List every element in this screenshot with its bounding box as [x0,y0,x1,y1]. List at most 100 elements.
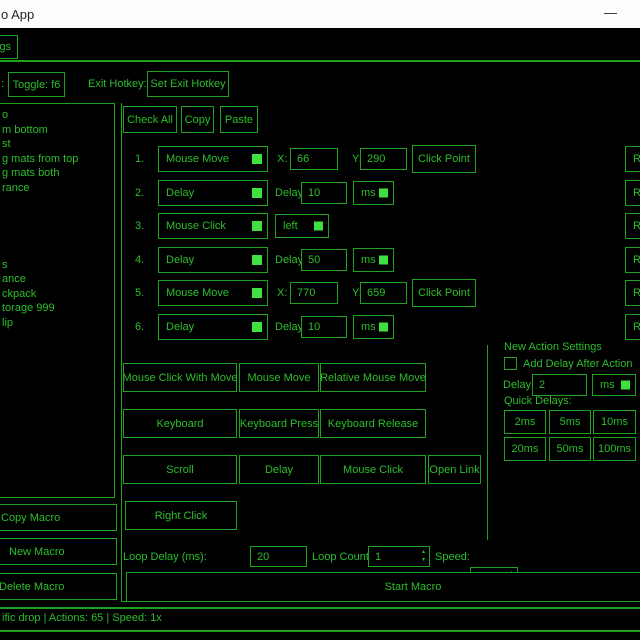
remove-action-button[interactable]: R [625,213,640,239]
action-type-dropdown[interactable]: Delay [158,247,268,273]
delay-unit-value: ms [361,187,376,199]
menu-item-settings[interactable]: gs [0,35,18,59]
quick-delay-2ms-button[interactable]: 2ms [504,410,546,434]
remove-action-button[interactable]: R [625,180,640,206]
macro-list-item[interactable]: rance [2,182,30,194]
delete-macro-button[interactable]: Delete Macro [0,573,117,600]
set-exit-hotkey-button[interactable]: Set Exit Hotkey [147,71,229,97]
macro-list-item[interactable]: ance [2,273,26,285]
macro-list-item[interactable]: m bottom [2,124,48,136]
x-label: X: [277,153,287,165]
quick-delay-20ms-button[interactable]: 20ms [504,437,546,461]
x-input[interactable]: 770 [290,282,338,304]
quick-delay-100ms-button[interactable]: 100ms [593,437,636,461]
dropdown-indicator-icon [379,323,388,332]
loop-count-value: 1 [375,551,381,563]
add-delay-after-action-checkbox[interactable] [504,357,517,370]
settings-delay-unit-value: ms [600,379,615,391]
macro-list[interactable]: o m bottom st g mats from top g mats bot… [0,103,115,498]
speed-label: Speed: [435,551,470,563]
quick-delays-label: Quick Delays: [504,395,572,407]
dropdown-indicator-icon [252,221,262,231]
spinner-up-icon[interactable]: ▴ [422,548,425,556]
action-type-value: Delay [166,254,194,266]
settings-delay-unit-dropdown[interactable]: ms [592,374,636,396]
add-keyboard-release-button[interactable]: Keyboard Release [320,409,426,438]
remove-action-button[interactable]: R [625,146,640,172]
action-row-number: 3. [135,220,144,232]
macro-list-item[interactable]: ckpack [2,288,36,300]
delay-unit-dropdown[interactable]: ms [353,315,394,339]
paste-button[interactable]: Paste [220,106,258,133]
remove-action-button[interactable]: R [625,314,640,340]
add-mouse-move-button[interactable]: Mouse Move [239,363,319,392]
check-all-button[interactable]: Check All [123,106,177,133]
spinner-down-icon[interactable]: ▾ [422,556,425,564]
settings-delay-input[interactable]: 2 [532,374,587,396]
add-mouse-click-button[interactable]: Mouse Click [320,455,426,484]
y-input[interactable]: 290 [360,148,407,170]
delay-input[interactable]: 50 [301,249,347,271]
dropdown-indicator-icon [621,381,630,390]
action-type-dropdown[interactable]: Mouse Click [158,213,268,239]
add-keyboard-button[interactable]: Keyboard [123,409,237,438]
action-row-number: 4. [135,254,144,266]
app-window: o App — gs : Toggle: f6 Exit Hotkey: Set… [0,0,640,640]
dropdown-indicator-icon [252,154,262,164]
remove-action-button[interactable]: R [625,280,640,306]
exit-hotkey-label: Exit Hotkey: [88,78,147,90]
mouse-button-dropdown[interactable]: left [275,214,329,238]
action-type-dropdown[interactable]: Delay [158,314,268,340]
dropdown-indicator-icon [314,222,323,231]
toggle-hotkey-button[interactable]: Toggle: f6 [8,72,65,97]
quick-delay-5ms-button[interactable]: 5ms [549,410,591,434]
delay-label: Delay: [275,187,302,199]
loop-delay-input[interactable]: 20 [250,546,307,567]
mouse-button-value: left [283,220,298,232]
quick-delay-50ms-button[interactable]: 50ms [549,437,591,461]
new-macro-button[interactable]: New Macro [0,538,117,565]
start-macro-button[interactable]: Start Macro [126,572,640,602]
delay-unit-dropdown[interactable]: ms [353,248,394,272]
quick-delay-10ms-button[interactable]: 10ms [593,410,636,434]
menubar-divider [0,60,640,62]
action-row-number: 2. [135,187,144,199]
click-point-button[interactable]: Click Point [412,145,476,173]
add-mouse-click-with-move-button[interactable]: Mouse Click With Move [123,363,237,392]
click-point-button[interactable]: Click Point [412,279,476,307]
action-type-dropdown[interactable]: Mouse Move [158,146,268,172]
x-input[interactable]: 66 [290,148,338,170]
macro-list-item[interactable]: s [2,259,8,271]
remove-action-button[interactable]: R [625,247,640,273]
add-scroll-button[interactable]: Scroll [123,455,237,484]
copy-macro-button[interactable]: Copy Macro [0,504,117,531]
copy-button[interactable]: Copy [181,106,214,133]
macro-list-item[interactable]: o [2,109,8,121]
macro-list-item[interactable]: st [2,138,11,150]
statusbar-bottom-border [0,630,640,632]
macro-list-item[interactable]: torage 999 [2,302,55,314]
delay-label: Delay: [275,254,302,266]
minimize-icon[interactable]: — [604,5,617,20]
delay-input[interactable]: 10 [301,182,347,204]
add-delay-button[interactable]: Delay [239,455,319,484]
add-relative-mouse-move-button[interactable]: Relative Mouse Move [320,363,426,392]
loop-count-stepper[interactable]: 1 ▴▾ [368,546,430,567]
dropdown-indicator-icon [252,322,262,332]
add-keyboard-press-button[interactable]: Keyboard Press [239,409,319,438]
macro-list-item[interactable]: lip [2,317,13,329]
delay-unit-dropdown[interactable]: ms [353,181,394,205]
action-type-dropdown[interactable]: Delay [158,180,268,206]
loop-count-label: Loop Count: [312,551,372,563]
add-open-link-button[interactable]: Open Link [428,455,481,484]
y-input[interactable]: 659 [360,282,407,304]
macro-list-item[interactable]: g mats from top [2,153,78,165]
delay-input[interactable]: 10 [301,316,347,338]
add-right-click-button[interactable]: Right Click [125,501,237,530]
macro-list-item[interactable]: g mats both [2,167,59,179]
x-label: X: [277,287,287,299]
statusbar-top-border [0,607,640,609]
action-type-value: Delay [166,187,194,199]
action-type-dropdown[interactable]: Mouse Move [158,280,268,306]
dropdown-indicator-icon [379,189,388,198]
